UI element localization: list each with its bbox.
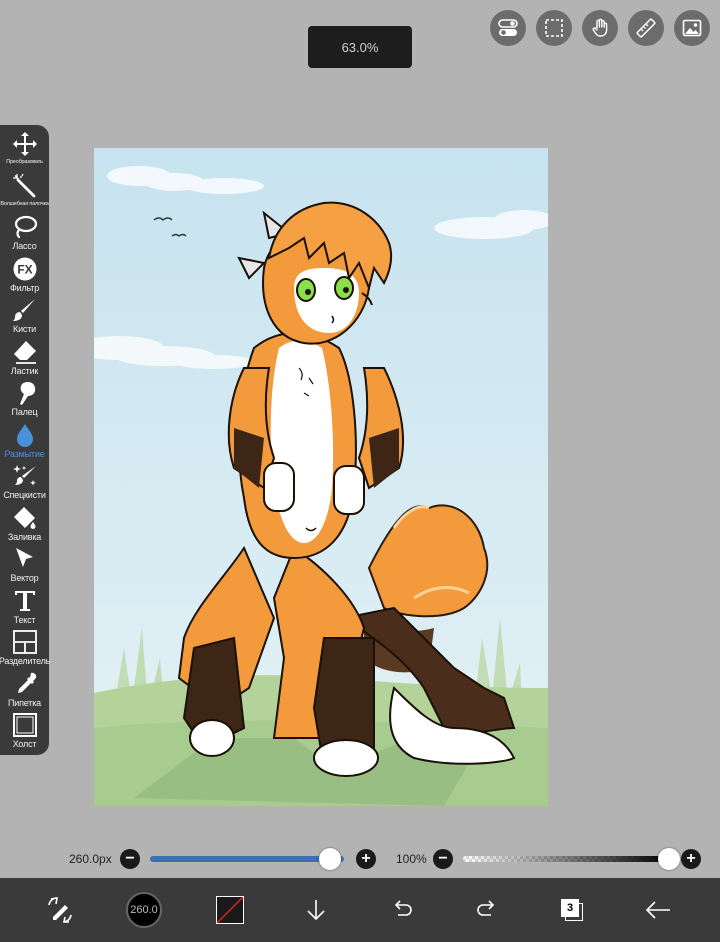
tool-label: Лассо: [12, 241, 37, 251]
tool-label: Фильтр: [9, 282, 40, 293]
tool-label: Заливка: [7, 531, 42, 542]
brush-size-decrease-button[interactable]: −: [120, 849, 140, 869]
artwork: [94, 148, 548, 806]
back-arrow-icon: [645, 901, 670, 919]
opacity-increase-button[interactable]: +: [681, 849, 701, 869]
cursor-icon: [15, 548, 33, 567]
top-toolbar: [490, 10, 710, 46]
hand-icon: [592, 18, 608, 37]
svg-text:FX: FX: [17, 262, 32, 276]
color-swatch: [216, 896, 244, 924]
brush-icon: [12, 299, 35, 321]
import-button[interactable]: [292, 886, 340, 934]
plus-icon: +: [361, 850, 371, 867]
selection-button[interactable]: [536, 10, 572, 46]
tool-label: Размытие: [4, 448, 45, 459]
fill-icon: [13, 506, 35, 529]
tool-label: Вектор: [10, 573, 39, 583]
tool-label: Преобразовать: [6, 159, 43, 165]
tool-transform[interactable]: Преобразовать: [0, 131, 49, 173]
smudge-icon: [19, 382, 35, 405]
brush-settings-bar: 260.0px − + 100% − +: [0, 845, 720, 873]
brush-mode-icon: [48, 897, 72, 923]
tool-label: Пипетка: [8, 697, 41, 708]
brush-size-preview-label: 260.0: [130, 904, 158, 916]
back-button[interactable]: [634, 886, 682, 934]
opacity-slider[interactable]: [463, 856, 669, 862]
tool-label: Разделитель: [0, 656, 51, 666]
import-down-icon: [307, 900, 325, 921]
redo-icon: [477, 900, 495, 916]
brush-size-increase-button[interactable]: +: [356, 849, 376, 869]
tool-label: Ластик: [10, 365, 39, 376]
layers-button[interactable]: 3: [548, 886, 596, 934]
color-swatch-button[interactable]: [206, 886, 254, 934]
canvas-icon: [12, 713, 37, 737]
tool-text[interactable]: Текст: [0, 588, 49, 630]
bottom-toolbar: 260.0 3: [0, 878, 720, 942]
layers-icon: 3: [559, 897, 585, 923]
brush-size-value: 260.0px: [69, 852, 112, 866]
tool-fill[interactable]: Заливка: [0, 505, 49, 547]
tool-label: Палец: [11, 407, 38, 417]
drop-icon: [16, 423, 33, 447]
tool-label: Кисти: [13, 324, 36, 334]
minus-icon: −: [438, 850, 448, 867]
lasso-icon: [14, 215, 37, 239]
gallery-button[interactable]: [674, 10, 710, 46]
hand-button[interactable]: [582, 10, 618, 46]
eyedropper-icon: [17, 672, 36, 693]
toggle-button[interactable]: [490, 10, 526, 46]
frame-divider-icon: [12, 630, 37, 654]
tool-canvas[interactable]: Холст: [0, 712, 49, 754]
toggle-icon: [498, 19, 518, 36]
layers-count: 3: [566, 902, 574, 914]
selection-icon: [545, 19, 563, 37]
tool-eraser[interactable]: Ластик: [0, 339, 49, 381]
fx-icon: FX: [13, 257, 36, 280]
undo-button[interactable]: [378, 886, 426, 934]
tool-label: Спецкисти: [3, 490, 46, 500]
drawing-canvas[interactable]: [94, 148, 548, 806]
text-icon: [14, 590, 35, 611]
opacity-value: 100%: [396, 852, 427, 866]
tool-palette: Преобразовать Волшебная палочка Лассо FX…: [0, 125, 51, 755]
tool-blur[interactable]: Размытие: [0, 422, 49, 464]
tool-smudge[interactable]: Палец: [0, 380, 49, 422]
plus-icon: +: [686, 850, 696, 867]
undo-icon: [394, 900, 412, 916]
opacity-decrease-button[interactable]: −: [433, 849, 453, 869]
tool-label: Текст: [13, 614, 36, 625]
tool-eyedropper[interactable]: Пипетка: [0, 671, 49, 713]
brush-size-slider-thumb[interactable]: [319, 848, 342, 870]
tool-lasso[interactable]: Лассо: [0, 214, 49, 256]
tool-label: Холст: [12, 739, 37, 749]
tool-vector[interactable]: Вектор: [0, 546, 49, 588]
opacity-slider-thumb[interactable]: [658, 848, 680, 870]
minus-icon: −: [125, 850, 135, 867]
no-color-slash-icon: [217, 897, 243, 923]
tool-divider[interactable]: Разделитель: [0, 629, 51, 671]
tool-special-brush[interactable]: Спецкисти: [0, 463, 49, 505]
redo-button[interactable]: [463, 886, 511, 934]
gallery-icon: [682, 19, 702, 37]
zoom-indicator: 63.0%: [308, 26, 412, 68]
ruler-button[interactable]: [628, 10, 664, 46]
zoom-label: 63.0%: [341, 39, 379, 55]
tool-brush[interactable]: Кисти: [0, 297, 49, 339]
move-icon: [12, 132, 37, 156]
brush-size-preview-button[interactable]: 260.0: [120, 886, 168, 934]
tool-label: Волшебная палочка: [0, 200, 49, 207]
tool-filter[interactable]: FX Фильтр: [0, 256, 49, 298]
tool-magic-wand[interactable]: Волшебная палочка: [0, 173, 49, 215]
sparkle-brush-icon: [12, 465, 36, 486]
magic-wand-icon: [12, 173, 35, 197]
brush-size-slider[interactable]: [150, 856, 344, 862]
brush-size-preview: 260.0: [126, 892, 162, 928]
ruler-icon: [636, 18, 656, 38]
brush-mode-button[interactable]: [36, 886, 84, 934]
eraser-icon: [13, 340, 36, 364]
